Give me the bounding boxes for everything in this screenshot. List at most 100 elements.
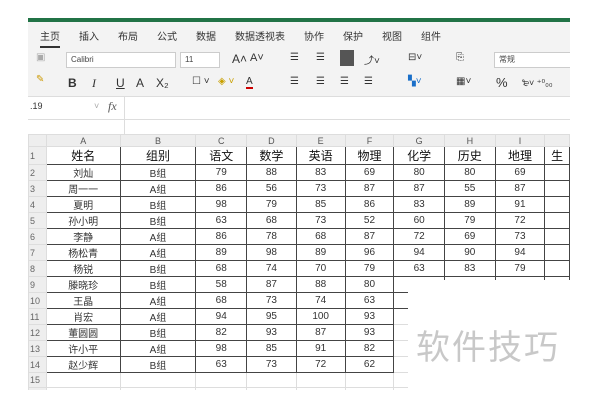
cell[interactable]: 李静: [45, 228, 121, 245]
align-middle-icon[interactable]: ☰: [316, 52, 325, 63]
cell[interactable]: 93: [246, 324, 297, 341]
cell[interactable]: [544, 180, 570, 197]
cell[interactable]: 68: [295, 228, 346, 245]
italic-button[interactable]: I: [92, 76, 96, 91]
fill-color-icon[interactable]: ◈ ˅: [218, 76, 234, 87]
cell[interactable]: 68: [195, 260, 248, 277]
row-header[interactable]: 10: [28, 292, 47, 309]
cell[interactable]: [544, 212, 570, 229]
font-size-select[interactable]: 11: [180, 52, 220, 68]
cell[interactable]: 94: [494, 244, 546, 261]
cell[interactable]: 周一一: [45, 180, 121, 197]
row-header[interactable]: 4: [28, 196, 47, 213]
cell[interactable]: 87: [494, 180, 546, 197]
row-header[interactable]: 1: [28, 146, 47, 165]
header-cell[interactable]: 化学: [393, 146, 445, 165]
cell[interactable]: 79: [443, 212, 496, 229]
cell[interactable]: [119, 371, 197, 389]
column-header[interactable]: A: [45, 134, 121, 147]
cell[interactable]: 87: [393, 180, 445, 197]
cell[interactable]: 89: [295, 244, 346, 261]
column-header[interactable]: C: [195, 134, 248, 147]
cell[interactable]: 98: [246, 244, 297, 261]
bold-button[interactable]: B: [68, 76, 77, 90]
cell[interactable]: 69: [443, 228, 496, 245]
row-header[interactable]: 13: [28, 340, 47, 357]
cell[interactable]: 62: [344, 356, 395, 373]
text-direction-icon[interactable]: ⤴˅: [364, 52, 380, 67]
cell[interactable]: 95: [246, 308, 297, 325]
row-header[interactable]: 14: [28, 356, 47, 373]
cell[interactable]: 87: [295, 324, 346, 341]
cell[interactable]: A组: [119, 244, 197, 261]
column-header[interactable]: G: [393, 134, 445, 147]
cell[interactable]: 88: [246, 164, 297, 181]
cell[interactable]: B组: [119, 164, 197, 181]
cell[interactable]: 73: [246, 292, 297, 309]
cell[interactable]: 58: [195, 276, 248, 293]
cell[interactable]: 80: [393, 164, 445, 181]
align-left-icon[interactable]: ☰: [290, 76, 299, 87]
cell[interactable]: [344, 371, 395, 389]
cell[interactable]: [246, 371, 297, 389]
cell[interactable]: 88: [295, 276, 346, 293]
cell[interactable]: 93: [344, 324, 395, 341]
format-painter-icon[interactable]: ✎: [36, 74, 44, 85]
cell[interactable]: 74: [246, 260, 297, 277]
cell[interactable]: 63: [195, 212, 248, 229]
percent-button[interactable]: %: [496, 75, 508, 90]
cell[interactable]: 89: [195, 244, 248, 261]
header-cell[interactable]: 组别: [119, 146, 197, 165]
table-format-icon[interactable]: ▦˅: [456, 76, 471, 87]
cell[interactable]: 91: [295, 340, 346, 357]
cell[interactable]: 董圆圆: [45, 324, 121, 341]
column-header[interactable]: H: [443, 134, 496, 147]
justify-icon[interactable]: ☰: [364, 76, 373, 87]
cell[interactable]: B组: [119, 212, 197, 229]
cell[interactable]: 74: [295, 292, 346, 309]
cell[interactable]: [544, 228, 570, 245]
cell[interactable]: 63: [393, 260, 445, 277]
subscript-icon[interactable]: X₂: [156, 76, 169, 90]
column-header[interactable]: [544, 134, 570, 147]
align-top-icon[interactable]: ☰: [290, 52, 299, 63]
cell[interactable]: [246, 387, 297, 390]
cell[interactable]: 55: [443, 180, 496, 197]
cell[interactable]: 85: [246, 340, 297, 357]
cell[interactable]: 杨锐: [45, 260, 121, 277]
cell[interactable]: 78: [246, 228, 297, 245]
tab-4[interactable]: 数据: [196, 28, 216, 43]
header-cell[interactable]: 姓名: [45, 146, 121, 165]
cell[interactable]: [544, 260, 570, 277]
font-color-icon[interactable]: A: [246, 76, 253, 89]
underline-button[interactable]: U: [116, 76, 125, 90]
cell[interactable]: 87: [344, 228, 395, 245]
header-cell[interactable]: 英语: [295, 146, 346, 165]
cell[interactable]: 82: [195, 324, 248, 341]
cell[interactable]: 赵少辉: [45, 356, 121, 373]
currency-icon[interactable]: ₻˅ ⁺⁰₀₀: [522, 76, 553, 89]
wrap-text-icon[interactable]: ⊟˅: [408, 52, 422, 63]
align-bottom-icon[interactable]: [340, 50, 354, 66]
cell[interactable]: 滕晓珍: [45, 276, 121, 293]
number-format-select[interactable]: 常规: [494, 52, 570, 68]
tab-0[interactable]: 主页: [40, 28, 60, 48]
row-header[interactable]: 15: [28, 371, 47, 389]
row-header[interactable]: 12: [28, 324, 47, 341]
tab-2[interactable]: 布局: [118, 28, 138, 43]
cell[interactable]: 87: [344, 180, 395, 197]
cell[interactable]: [295, 371, 346, 389]
cell[interactable]: 93: [344, 308, 395, 325]
strikethrough-icon[interactable]: A: [136, 76, 144, 90]
cell[interactable]: 73: [295, 180, 346, 197]
cell[interactable]: [344, 387, 395, 390]
align-right-icon[interactable]: ☰: [340, 76, 349, 87]
cell[interactable]: 85: [295, 196, 346, 213]
tab-7[interactable]: 保护: [343, 28, 363, 43]
cell[interactable]: 90: [443, 244, 496, 261]
cell[interactable]: 72: [295, 356, 346, 373]
cell[interactable]: 许小平: [45, 340, 121, 357]
header-cell[interactable]: 生: [544, 146, 570, 165]
cell[interactable]: 夏明: [45, 196, 121, 213]
cell[interactable]: 79: [494, 260, 546, 277]
